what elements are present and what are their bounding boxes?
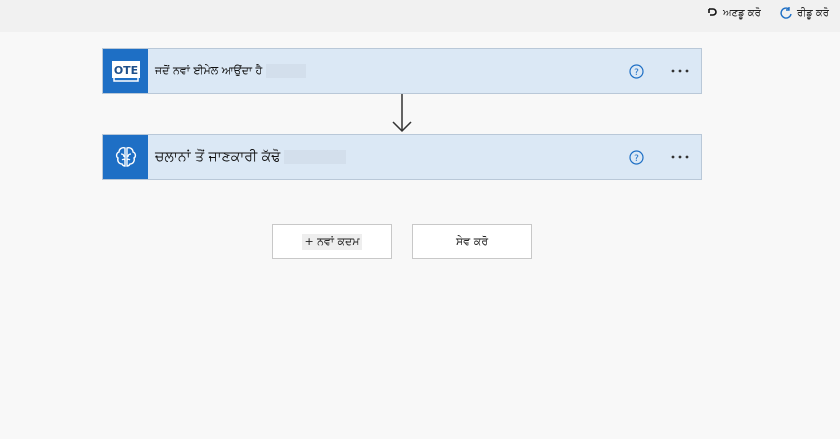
save-button[interactable]: ਸੇਵ ਕਰੋ — [412, 224, 532, 259]
more-options-icon[interactable] — [669, 149, 691, 165]
svg-text:?: ? — [634, 154, 639, 164]
top-toolbar: ਅਣਡੂ ਕਰੋ ਰੀਡੂ ਕਰੋ — [0, 0, 840, 32]
arrow-down-icon — [392, 94, 412, 133]
new-step-label: + ਨਵਾਂ ਕਦਮ — [302, 233, 362, 250]
redo-button[interactable]: ਰੀਡੂ ਕਰੋ — [779, 4, 829, 22]
flow-step-extract-invoice-info[interactable]: ਚਲਾਨਾਂ ਤੋਂ ਜਾਣਕਾਰੀ ਕੱਢੋ ? — [102, 134, 702, 180]
step-title-field[interactable] — [284, 150, 347, 164]
undo-icon — [708, 8, 717, 16]
redo-label: ਰੀਡੂ ਕਰੋ — [797, 7, 829, 19]
help-icon[interactable]: ? — [629, 64, 644, 79]
svg-text:?: ? — [634, 68, 639, 78]
ai-brain-icon — [103, 135, 148, 179]
redo-icon — [780, 7, 792, 19]
app-badge-text: OTE — [113, 64, 137, 77]
save-label: ਸੇਵ ਕਰੋ — [455, 234, 489, 248]
undo-button[interactable]: ਅਣਡੂ ਕਰੋ — [705, 4, 761, 22]
step-title: ਚਲਾਨਾਂ ਤੋਂ ਜਾਣਕਾਰੀ ਕੱਢੋ — [155, 149, 281, 165]
more-options-icon[interactable] — [669, 63, 691, 79]
outlook-icon: OTE — [103, 49, 148, 93]
undo-label: ਅਣਡੂ ਕਰੋ — [723, 7, 761, 19]
help-icon[interactable]: ? — [629, 150, 644, 165]
step-title-field[interactable] — [266, 64, 307, 78]
flow-step-new-email-trigger[interactable]: OTE ਜਦੋਂ ਨਵਾਂ ਈਮੇਲ ਆਉਂਦਾ ਹੈ ? — [102, 48, 702, 94]
step-title: ਜਦੋਂ ਨਵਾਂ ਈਮੇਲ ਆਉਂਦਾ ਹੈ — [155, 64, 263, 77]
new-step-button[interactable]: + ਨਵਾਂ ਕਦਮ — [272, 224, 392, 259]
